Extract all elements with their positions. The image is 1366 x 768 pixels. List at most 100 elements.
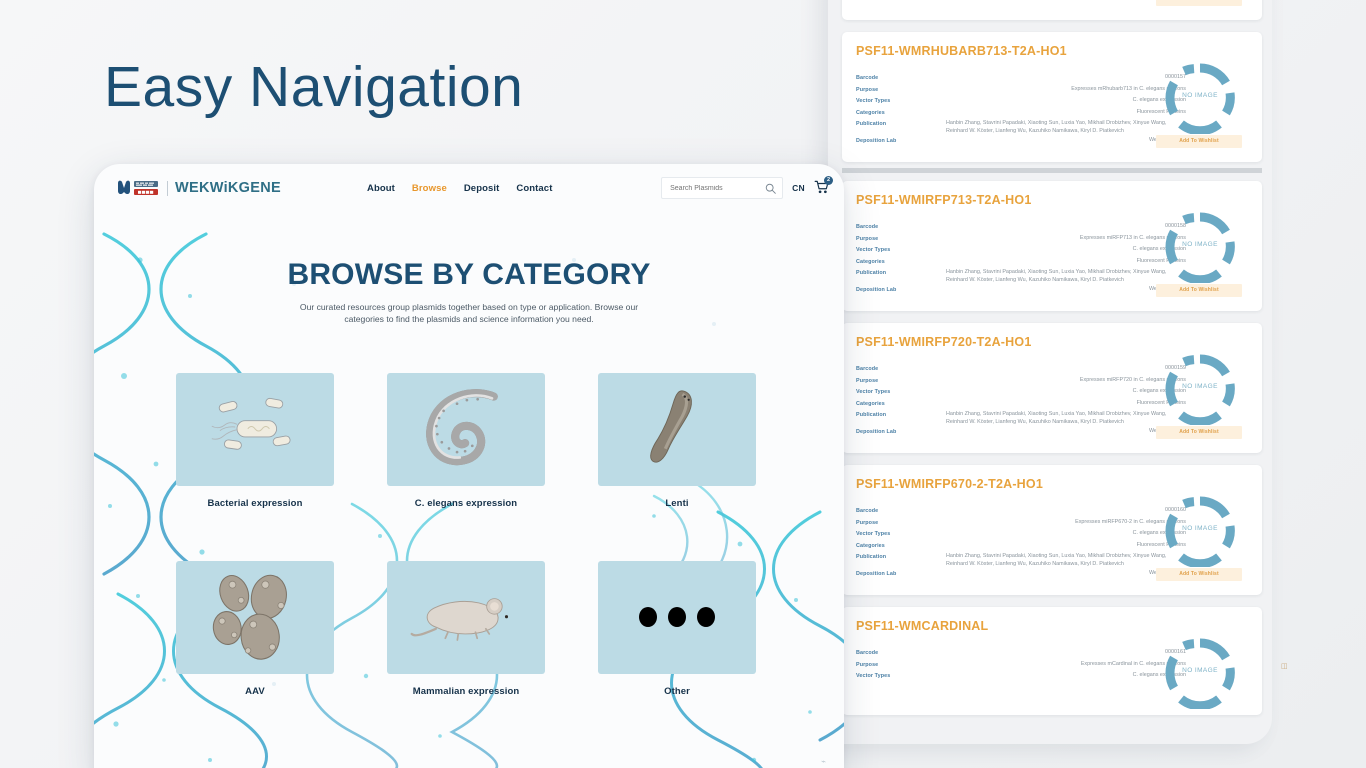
plasmid-field-purpose: Purpose Expresses mRhubarb713 in C. elega… — [856, 86, 1186, 96]
plasmid-field-value: Expresses miRFP670-2 in C. elegans neuro… — [1075, 518, 1186, 525]
scroll-hint-icon: ⌁ — [821, 757, 826, 766]
plasmid-field-publication: Publication Hanbin Zhang, Stavrini Papada… — [856, 411, 1186, 427]
plasmid-field-value: WestLake Labs — [920, 286, 1186, 294]
category-tile-aav[interactable] — [176, 560, 334, 674]
plasmid-field-label: Publication — [856, 270, 887, 276]
plasmid-title[interactable]: PSF11-WMRHUBARB713-T2A-HO1 — [856, 44, 1248, 58]
plasmid-title[interactable]: PSF11-WMIRFP720-T2A-HO1 — [856, 335, 1248, 349]
plasmid-field-value: Hanbin Zhang, Stavrini Papadaki, Xiaotin… — [946, 269, 1167, 283]
plasmid-field-value: WestLake Labs — [920, 137, 1186, 145]
plasmid-title[interactable]: PSF11-WMIRFP713-T2A-HO1 — [856, 193, 1248, 207]
navbar-right-tools: CN 2 — [661, 176, 833, 199]
plasmid-card[interactable]: PSF11-WMIRFP670-2-T2A-HO1 Barcode 0000160 P… — [842, 465, 1262, 595]
no-image-placeholder: NO IMAGE — [1164, 637, 1236, 711]
plasmid-field-publication: Publication Hanbin Zhang, Stavrini Papada… — [856, 120, 1186, 136]
plasmid-field-label: Barcode — [856, 508, 879, 514]
add-to-wishlist-button[interactable]: Add To Wishlist — [1156, 284, 1242, 297]
plasmid-field-categories: Categories Fluorescent Proteins — [856, 109, 1186, 119]
ellipsis-dot — [697, 607, 715, 628]
cart-button[interactable]: 2 — [814, 176, 833, 197]
plasmid-field-label: Publication — [856, 412, 887, 418]
plasmid-card[interactable]: PSF11-WMRHUBARB713-T2A-HO1 Barcode 0000157… — [842, 32, 1262, 162]
language-toggle-cn[interactable]: CN — [792, 183, 805, 193]
plasmid-field-label: Purpose — [856, 86, 879, 93]
plasmid-field-vector_types: Vector Types C. elegans expression — [856, 672, 1186, 682]
plasmid-field-value: Expresses miRFP713 in C. elegans neurons — [1079, 234, 1186, 241]
plasmid-field-barcode: Barcode 0000157 — [856, 74, 1186, 84]
add-to-wishlist-button[interactable]: Add To Wishlist — [1156, 568, 1242, 581]
category-cell: Bacterial expression — [176, 372, 334, 509]
nav-link-browse[interactable]: Browse — [412, 183, 447, 194]
plasmid-field-value: C. elegans expression — [1132, 672, 1186, 678]
category-label: C. elegans expression — [414, 497, 518, 509]
plasmid-field-value: Hanbin Zhang, Stavrini Papadaki, Xiaotin… — [946, 120, 1167, 134]
add-to-wishlist-button[interactable]: Add To Wishlist — [1156, 426, 1242, 439]
plasmid-card[interactable]: PSF11-WMIRFP720-T2A-HO1 Barcode 0000159 Pur… — [842, 323, 1262, 453]
category-cell: Lenti — [598, 372, 756, 509]
category-tile-bacterial-expression[interactable] — [176, 372, 334, 486]
hero-section: BROWSE BY CATEGORY Our curated resources… — [94, 258, 844, 326]
nav-link-deposit[interactable]: Deposit — [464, 183, 500, 194]
add-to-wishlist-button[interactable]: Add To Wishlist — [1156, 135, 1242, 148]
plasmid-field-categories: Categories Fluorescent Proteins — [856, 542, 1186, 552]
plasmid-field-label: Publication — [856, 121, 887, 127]
plasmid-field-vector_types: Vector Types C. elegans expression — [856, 388, 1186, 398]
plasmid-field-value: Expresses mRhubarb713 in C. elegans neur… — [1071, 85, 1186, 92]
plasmid-field-label: Vector Types — [856, 247, 891, 253]
plasmid-field-label: Purpose — [856, 235, 879, 242]
plasmid-field-label: Deposition Lab — [856, 287, 897, 294]
plasmid-field-label: Barcode — [856, 224, 879, 230]
category-tile-c-elegans-expression[interactable] — [387, 372, 545, 486]
lentivirus-icon — [642, 383, 712, 476]
slide-canvas: Easy Navigation Vector Types C. elegans e… — [0, 0, 1366, 768]
search-box[interactable] — [661, 177, 784, 199]
plasmid-card[interactable]: PSF11-WMCARDINAL Barcode 0000161 Purpose Exp… — [842, 607, 1262, 715]
plasmid-field-barcode: Barcode 0000161 — [856, 649, 1186, 659]
no-image-label: NO IMAGE — [1182, 241, 1218, 248]
plasmid-card[interactable]: PSF11-WMIRFP713-T2A-HO1 Barcode 0000158 Pur… — [842, 181, 1262, 311]
plasmid-field-deposition_lab: Deposition Lab WestLake Labs — [856, 286, 1186, 296]
plasmid-field-table: Barcode 0000161 Purpose Expresses mCardinal… — [856, 649, 1186, 682]
site-logo[interactable]: WEKWiKGENE — [116, 179, 281, 197]
plasmid-field-value: Hanbin Zhang, Stavrini Papadaki, Xiaotin… — [946, 411, 1167, 425]
category-label: Lenti — [665, 497, 689, 509]
plasmid-field-value: 0000157 — [1165, 74, 1186, 80]
plasmid-card[interactable]: Vector TypesC. elegans expressionCategor… — [842, 0, 1262, 20]
plasmid-field-table: Barcode 0000158 Purpose Expresses miRFP713 … — [856, 223, 1186, 296]
plasmid-field-label: Deposition Lab — [856, 571, 897, 578]
no-image-placeholder: NO IMAGE — [1164, 62, 1236, 136]
plasmid-field-value: Expresses miRFP720 in C. elegans neurons — [1079, 376, 1186, 383]
plasmid-title[interactable]: PSF11-WMIRFP670-2-T2A-HO1 — [856, 477, 1248, 491]
nav-link-contact[interactable]: Contact — [516, 183, 552, 194]
search-input[interactable] — [670, 184, 766, 192]
plasmid-field-label: Vector Types — [856, 98, 891, 104]
hero-title: BROWSE BY CATEGORY — [287, 258, 651, 291]
plasmid-field-label: Barcode — [856, 366, 879, 372]
add-to-wishlist-button[interactable]: Add To Wishlist — [1156, 0, 1242, 6]
plasmid-card-list: Vector Types C. elegans expression Categor… — [842, 0, 1262, 727]
plasmid-field-vector_types: Vector Types C. elegans expression — [856, 246, 1186, 256]
plasmid-field-categories: Categories Fluorescent Proteins — [856, 400, 1186, 410]
category-tile-lenti[interactable] — [598, 372, 756, 486]
plasmid-title[interactable]: PSF11-WMCARDINAL — [856, 619, 1248, 633]
plasmid-field-value: WestLake Labs — [920, 428, 1186, 436]
plasmid-field-label: Purpose — [856, 661, 879, 668]
plasmid-field-label: Vector Types — [856, 531, 891, 537]
plasmid-field-value: C. elegans expression — [1132, 530, 1186, 536]
corner-speck: ◫ — [1281, 663, 1288, 670]
no-image-label: NO IMAGE — [1182, 383, 1218, 390]
plasmid-field-purpose: Purpose Expresses miRFP670-2 in C. elegan… — [856, 519, 1186, 529]
plasmid-field-purpose: Purpose Expresses miRFP713 in C. elegans … — [856, 235, 1186, 245]
plasmid-field-label: Categories — [856, 400, 885, 407]
site-navbar: WEKWiKGENE About Browse Deposit Contact CN — [94, 164, 844, 212]
nav-link-about[interactable]: About — [367, 183, 395, 194]
plasmid-field-vector_types: Vector Types C. elegans expression — [856, 97, 1186, 107]
plasmid-field-label: Categories — [856, 109, 885, 116]
hero-subtitle: Our curated resources group plasmids tog… — [299, 302, 639, 325]
search-icon[interactable] — [765, 183, 776, 194]
plasmid-field-deposition_lab: Deposition Lab WestLake Labs — [856, 428, 1186, 438]
category-tile-other[interactable] — [598, 560, 756, 674]
bacteria-icon — [201, 388, 309, 471]
category-tile-mammalian-expression[interactable] — [387, 560, 545, 674]
category-label: Other — [664, 685, 690, 697]
